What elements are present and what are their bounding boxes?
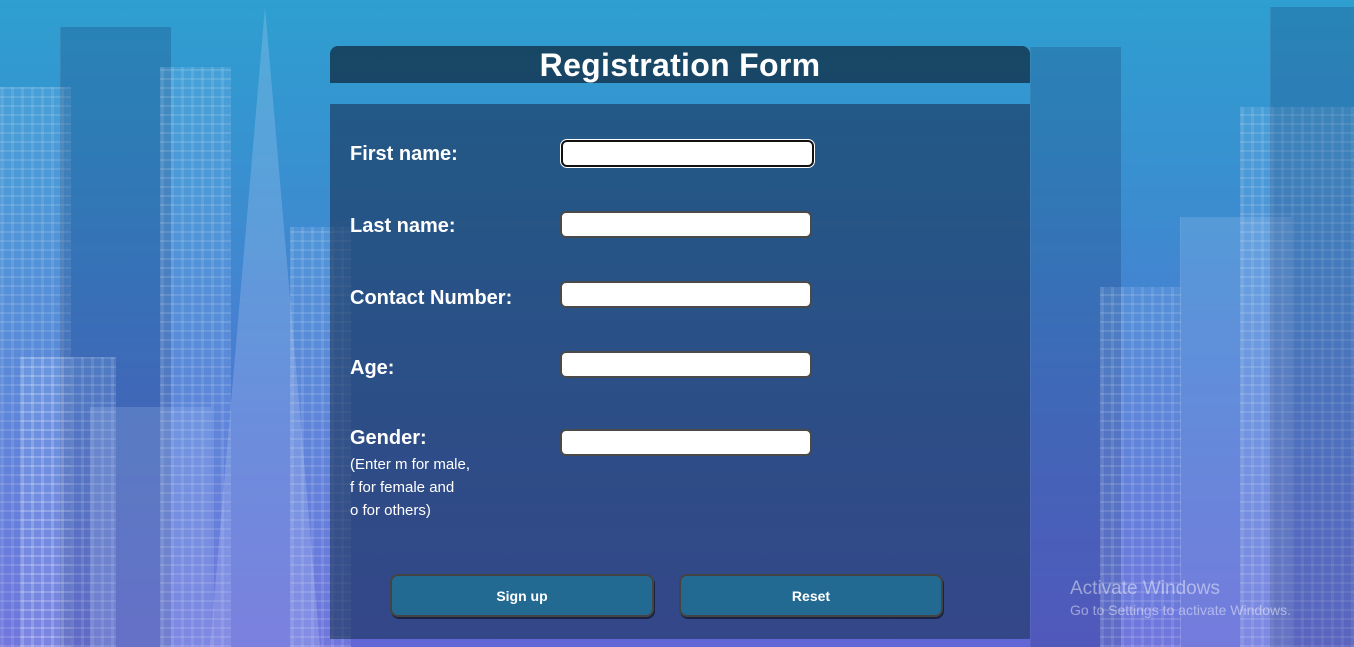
- contact-number-label: Contact Number:: [350, 287, 513, 309]
- first-name-input[interactable]: [561, 140, 814, 167]
- sign-up-button[interactable]: Sign up: [390, 574, 654, 617]
- gender-hint-line: f for female and: [350, 479, 455, 496]
- gender-input[interactable]: [560, 429, 812, 456]
- gender-hint: (Enter m for male, f for female and o fo…: [350, 453, 470, 522]
- windows-activation-watermark: Activate Windows Go to Settings to activ…: [1070, 578, 1291, 618]
- age-input[interactable]: [560, 351, 812, 378]
- gender-hint-line: o for others): [350, 502, 431, 519]
- registration-form: First name: Last name: Contact Number: A…: [330, 104, 1030, 639]
- last-name-label: Last name:: [350, 215, 456, 237]
- form-header: Registration Form: [330, 46, 1030, 83]
- watermark-subtitle: Go to Settings to activate Windows.: [1070, 602, 1291, 618]
- last-name-input[interactable]: [560, 211, 812, 238]
- form-title: Registration Form: [539, 47, 821, 83]
- watermark-title: Activate Windows: [1070, 578, 1220, 599]
- gender-label: Gender:: [350, 427, 427, 449]
- background-building: [1270, 7, 1354, 647]
- reset-button[interactable]: Reset: [679, 574, 943, 617]
- age-label: Age:: [350, 357, 395, 379]
- gender-hint-line: (Enter m for male,: [350, 456, 471, 473]
- contact-number-input[interactable]: [560, 281, 812, 308]
- first-name-label: First name:: [350, 143, 458, 165]
